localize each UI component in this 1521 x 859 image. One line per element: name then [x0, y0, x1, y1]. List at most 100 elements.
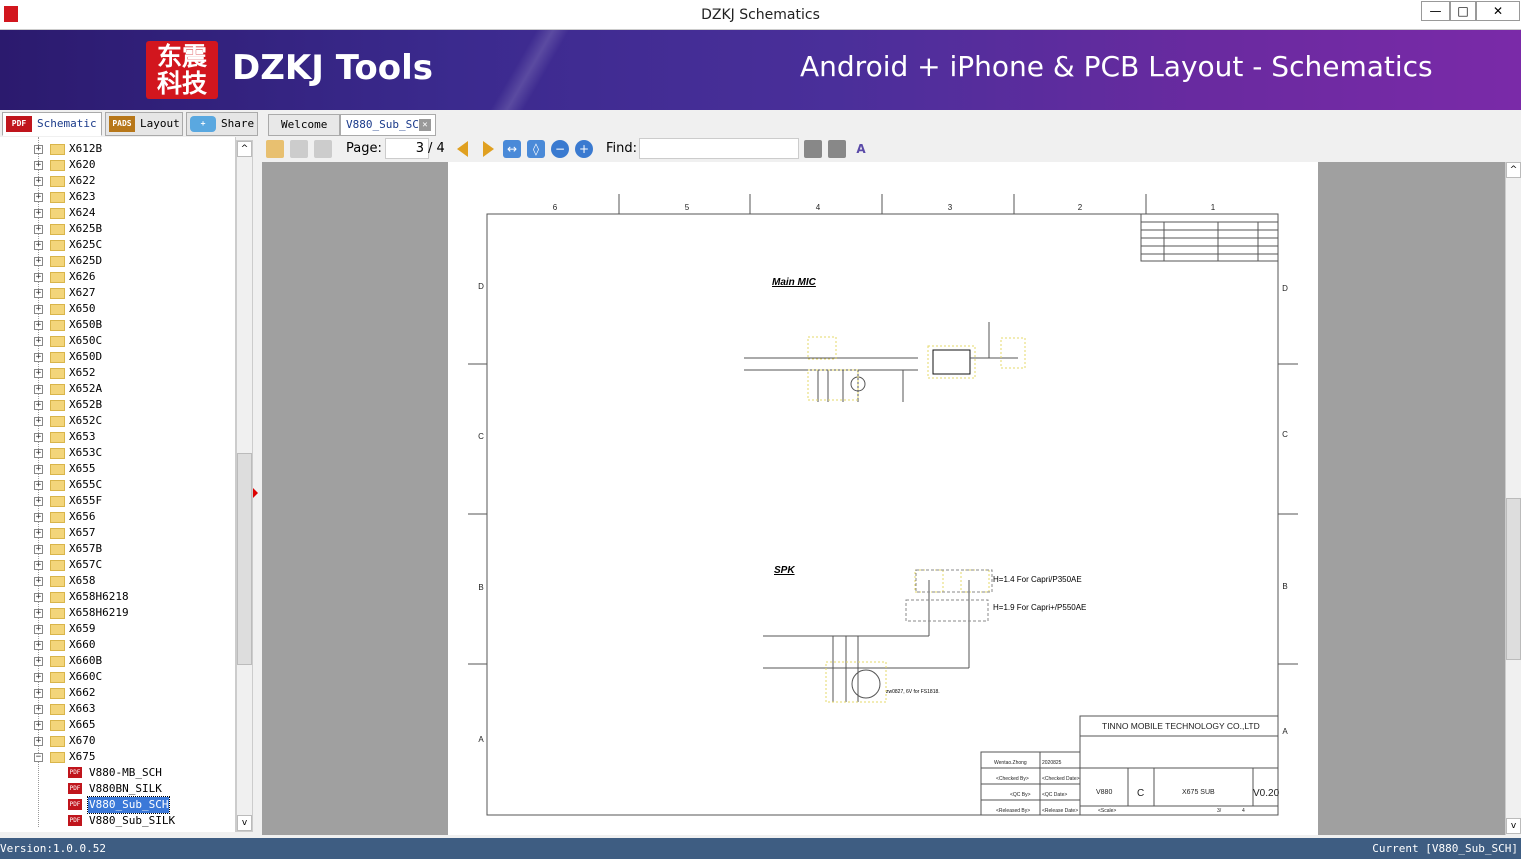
- expand-icon[interactable]: +: [34, 721, 43, 730]
- zoom-out-icon[interactable]: −: [551, 140, 569, 158]
- rotate-right-icon[interactable]: [314, 140, 332, 158]
- pdf-icon: PDF: [68, 767, 82, 778]
- collapse-panel-icon[interactable]: [253, 488, 258, 498]
- find-input[interactable]: [639, 138, 799, 159]
- tree-scrollbar[interactable]: ^ v: [236, 140, 253, 832]
- released-by: <Released By>: [996, 808, 1030, 814]
- scroll-down-icon[interactable]: v: [237, 815, 252, 831]
- viewer-scrollbar[interactable]: ^ v: [1505, 162, 1521, 835]
- expand-icon[interactable]: +: [34, 321, 43, 330]
- folder-label: X622: [69, 174, 96, 187]
- scroll-up-icon[interactable]: ^: [1506, 162, 1521, 178]
- expand-icon[interactable]: +: [34, 225, 43, 234]
- expand-icon[interactable]: +: [34, 673, 43, 682]
- expand-icon[interactable]: +: [34, 561, 43, 570]
- find-next-icon[interactable]: [828, 140, 846, 158]
- rotate-left-icon[interactable]: [290, 140, 308, 158]
- expand-icon[interactable]: +: [34, 273, 43, 282]
- folder-icon: [50, 480, 65, 491]
- expand-icon[interactable]: +: [34, 177, 43, 186]
- expand-icon[interactable]: +: [34, 481, 43, 490]
- single-page-icon[interactable]: [266, 140, 284, 158]
- folder-icon: [50, 464, 65, 475]
- expand-icon[interactable]: +: [34, 353, 43, 362]
- expand-icon[interactable]: +: [34, 417, 43, 426]
- folder-icon: [50, 320, 65, 331]
- expand-icon[interactable]: +: [34, 145, 43, 154]
- scroll-up-icon[interactable]: ^: [237, 141, 252, 157]
- file-label: V880-MB_SCH: [89, 766, 162, 779]
- expand-icon[interactable]: +: [34, 337, 43, 346]
- folder-icon: [50, 336, 65, 347]
- expand-icon[interactable]: +: [34, 257, 43, 266]
- pdf-icon: PDF: [68, 783, 82, 794]
- pdf-icon: PDF: [68, 815, 82, 826]
- folder-icon: [50, 160, 65, 171]
- expand-icon[interactable]: +: [34, 689, 43, 698]
- column-label: 1: [1211, 203, 1216, 212]
- folder-icon: [50, 640, 65, 651]
- page-input[interactable]: 3: [385, 138, 429, 159]
- folder-icon: [50, 592, 65, 603]
- expand-icon[interactable]: +: [34, 449, 43, 458]
- folder-label: X625C: [69, 238, 103, 251]
- folder-icon: [50, 736, 65, 747]
- expand-icon[interactable]: +: [34, 465, 43, 474]
- folder-icon: [50, 384, 65, 395]
- scroll-thumb[interactable]: [237, 453, 252, 665]
- tab-welcome[interactable]: Welcome: [268, 114, 340, 136]
- folder-icon: [50, 656, 65, 667]
- expand-icon[interactable]: +: [34, 497, 43, 506]
- expand-icon[interactable]: +: [34, 529, 43, 538]
- expand-icon[interactable]: +: [34, 737, 43, 746]
- find-prev-icon[interactable]: [804, 140, 822, 158]
- expand-icon[interactable]: +: [34, 401, 43, 410]
- expand-icon[interactable]: +: [34, 545, 43, 554]
- expand-icon[interactable]: +: [34, 513, 43, 522]
- folder-icon: [50, 400, 65, 411]
- expand-icon[interactable]: +: [34, 641, 43, 650]
- expand-icon[interactable]: +: [34, 657, 43, 666]
- zoom-in-icon[interactable]: +: [575, 140, 593, 158]
- folder-label: X624: [69, 206, 96, 219]
- expand-icon[interactable]: +: [34, 161, 43, 170]
- expand-icon[interactable]: +: [34, 241, 43, 250]
- expand-icon[interactable]: +: [34, 193, 43, 202]
- scroll-down-icon[interactable]: v: [1506, 818, 1521, 834]
- status-bar: Version:1.0.0.52 Current [V880_Sub_SCH]: [0, 838, 1521, 859]
- fit-width-icon[interactable]: ↔: [503, 140, 521, 158]
- tab-layout[interactable]: PADS Layout: [105, 112, 183, 136]
- expand-icon[interactable]: +: [34, 609, 43, 618]
- close-button[interactable]: ✕: [1476, 1, 1520, 21]
- expand-icon[interactable]: +: [34, 625, 43, 634]
- folder-icon: [50, 528, 65, 539]
- section-spk: SPK: [774, 565, 795, 576]
- maximize-button[interactable]: □: [1450, 1, 1476, 21]
- tab-schematic[interactable]: PDF Schematic: [2, 112, 102, 136]
- expand-icon[interactable]: +: [34, 209, 43, 218]
- drawn-date: 2020825: [1042, 760, 1062, 766]
- close-tab-icon[interactable]: ✕: [419, 119, 431, 131]
- prev-page-icon[interactable]: [457, 141, 468, 157]
- folder-icon: [50, 224, 65, 235]
- column-label: 3: [948, 203, 953, 212]
- expand-icon[interactable]: +: [34, 593, 43, 602]
- expand-icon[interactable]: +: [34, 577, 43, 586]
- fit-page-icon[interactable]: ◊: [527, 140, 545, 158]
- minimize-button[interactable]: —: [1421, 1, 1450, 21]
- highlight-icon[interactable]: A: [852, 140, 870, 158]
- next-page-icon[interactable]: [483, 141, 494, 157]
- row-label: C: [478, 432, 484, 441]
- expand-icon[interactable]: +: [34, 385, 43, 394]
- folder-icon: [50, 512, 65, 523]
- tab-v880-sub-sch[interactable]: V880_Sub_SCH ✕: [340, 114, 436, 136]
- expand-icon[interactable]: +: [34, 433, 43, 442]
- folder-label: X657: [69, 526, 96, 539]
- expand-icon[interactable]: +: [34, 289, 43, 298]
- collapse-icon[interactable]: −: [34, 753, 43, 762]
- tab-share[interactable]: + Share: [186, 112, 258, 136]
- scroll-thumb[interactable]: [1506, 498, 1521, 660]
- expand-icon[interactable]: +: [34, 705, 43, 714]
- expand-icon[interactable]: +: [34, 369, 43, 378]
- expand-icon[interactable]: +: [34, 305, 43, 314]
